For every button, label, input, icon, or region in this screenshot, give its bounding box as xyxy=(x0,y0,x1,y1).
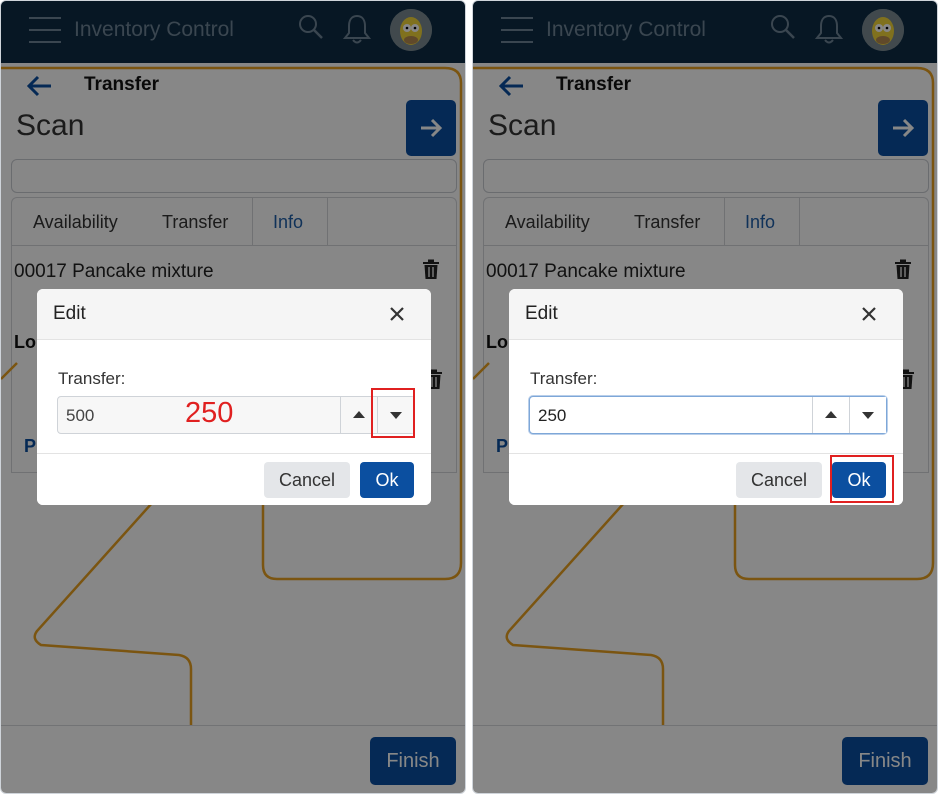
screen-right: Inventory Control Transfer Scan Availabi… xyxy=(472,0,938,794)
dialog-header: Edit xyxy=(509,289,903,340)
increment-button[interactable] xyxy=(812,397,849,433)
dialog-title: Edit xyxy=(53,303,86,324)
screen-left: Inventory Control Transfer Scan Availabi… xyxy=(0,0,466,794)
ok-button[interactable]: Ok xyxy=(360,462,414,498)
edit-dialog: Edit Transfer: 500 250 Cancel Ok xyxy=(37,289,431,505)
close-icon[interactable] xyxy=(861,306,877,322)
cancel-button[interactable]: Cancel xyxy=(736,462,822,498)
transfer-quantity-value: 250 xyxy=(538,406,567,425)
cancel-button[interactable]: Cancel xyxy=(264,462,350,498)
close-icon[interactable] xyxy=(389,306,405,322)
dialog-footer: Cancel Ok xyxy=(37,453,431,505)
highlight-box xyxy=(830,455,894,503)
highlight-box xyxy=(371,388,415,438)
transfer-quantity-input[interactable]: 250 xyxy=(529,396,887,434)
target-value-annotation: 250 xyxy=(185,397,234,429)
dialog-header: Edit xyxy=(37,289,431,340)
edit-dialog: Edit Transfer: 250 Cancel Ok xyxy=(509,289,903,505)
dialog-title: Edit xyxy=(525,303,558,324)
transfer-label: Transfer: xyxy=(58,369,126,388)
caret-down-icon xyxy=(862,412,874,419)
caret-up-icon xyxy=(825,411,837,418)
transfer-label: Transfer: xyxy=(530,369,598,388)
transfer-quantity-value: 500 xyxy=(66,406,95,425)
decrement-button[interactable] xyxy=(849,397,886,433)
transfer-quantity-input[interactable]: 500 xyxy=(57,396,415,434)
